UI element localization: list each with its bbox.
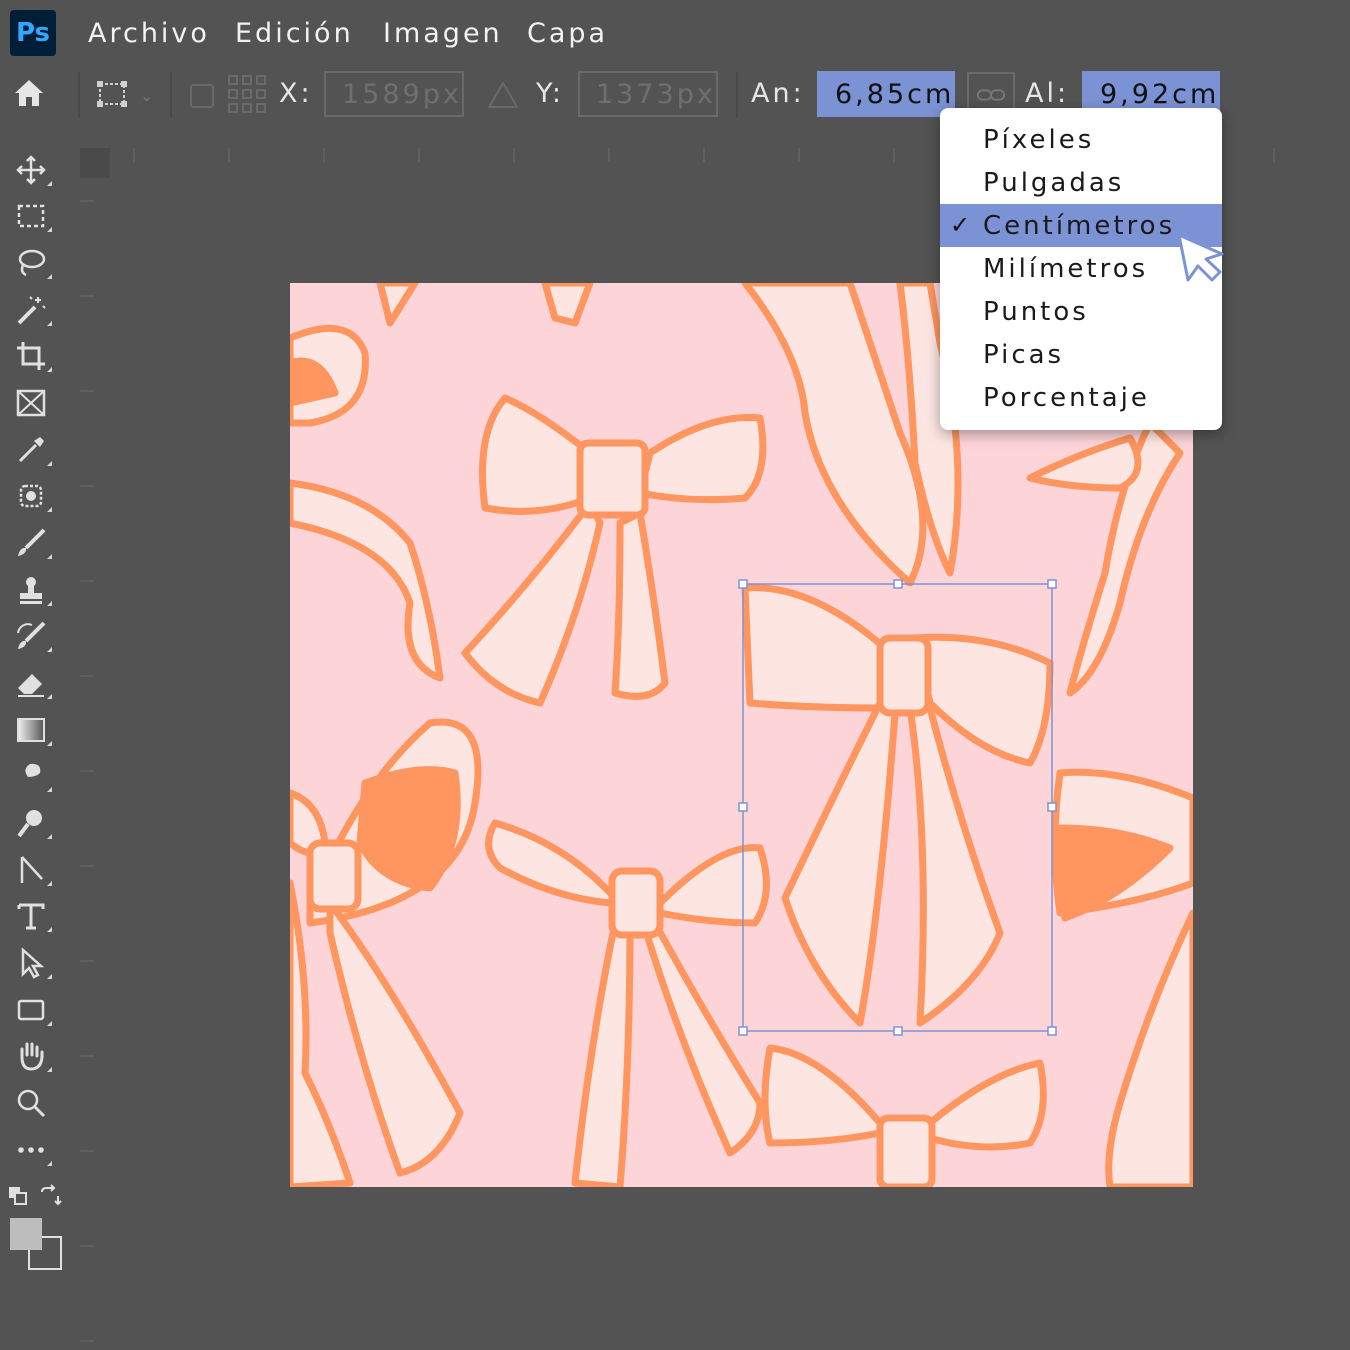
direct-select-icon [21, 947, 45, 979]
menu-capa[interactable]: Capa [527, 18, 608, 49]
width-label: An: [751, 78, 805, 109]
move-icon [16, 155, 46, 185]
foreground-color-swatch[interactable] [10, 1218, 42, 1250]
zoom-tool[interactable] [8, 1083, 54, 1123]
stamp-tool[interactable] [8, 570, 54, 610]
hand-tool[interactable] [8, 1036, 54, 1076]
more-tools[interactable] [8, 1130, 54, 1170]
photoshop-logo[interactable]: Ps [10, 10, 56, 56]
stamp-icon [20, 577, 42, 604]
eraser-icon [18, 674, 44, 697]
spot-heal-tool[interactable] [8, 476, 54, 516]
unit-option-puntos[interactable]: Puntos [940, 290, 1222, 333]
transform-icon[interactable] [92, 78, 132, 110]
more-icon [18, 1147, 44, 1153]
zoom-icon [17, 1089, 46, 1118]
eyedropper-icon [18, 437, 44, 463]
type-icon [17, 903, 45, 930]
menu-imagen[interactable]: Imagen [383, 18, 503, 49]
ruler-origin [80, 148, 110, 178]
direct-select-tool[interactable] [8, 943, 54, 983]
spot-heal-icon [19, 484, 43, 508]
hand-icon [20, 1042, 44, 1071]
dodge-icon [17, 810, 42, 838]
gradient-icon [17, 718, 45, 742]
path-select-tool[interactable] [8, 850, 54, 890]
smudge-tool[interactable] [8, 756, 54, 796]
mouse-pointer-icon [1176, 232, 1226, 284]
default-colors-icon[interactable] [8, 1186, 28, 1206]
history-brush-icon [17, 621, 46, 649]
eraser-tool[interactable] [8, 663, 54, 703]
x-label: X: [279, 78, 313, 109]
unit-option-picas[interactable]: Picas [940, 333, 1222, 376]
smudge-icon [22, 763, 41, 789]
dodge-tool[interactable] [8, 803, 54, 843]
menu-edicion[interactable]: Edición [235, 18, 354, 49]
rectangle-tool[interactable] [8, 990, 54, 1030]
unit-option-porcentaje[interactable]: Porcentaje [940, 376, 1222, 419]
crop-tool[interactable] [8, 336, 54, 376]
delta-icon[interactable] [487, 80, 519, 110]
history-brush-tool[interactable] [8, 616, 54, 656]
magic-wand-icon [17, 296, 46, 325]
marquee-icon [17, 204, 45, 228]
y-label: Y: [536, 78, 565, 109]
menu-archivo[interactable]: Archivo [88, 18, 210, 49]
lasso-icon [18, 249, 46, 277]
unit-option-label: Píxeles [983, 124, 1095, 155]
home-icon[interactable] [12, 76, 46, 110]
gradient-tool[interactable] [8, 710, 54, 750]
marquee-tool[interactable] [8, 196, 54, 236]
move-tool[interactable] [8, 150, 54, 190]
width-input[interactable]: 6,85cm [817, 71, 955, 117]
checkmark-icon: ✓ [950, 211, 974, 239]
frame-icon [16, 389, 46, 417]
y-input[interactable]: 1373px [578, 71, 718, 117]
unit-option-label: Puntos [983, 296, 1089, 327]
reference-point-checkbox[interactable] [190, 84, 214, 108]
height-label: Al: [1025, 78, 1070, 109]
unit-option-label: Porcentaje [983, 382, 1150, 413]
type-tool[interactable] [8, 896, 54, 936]
eyedropper-tool[interactable] [8, 430, 54, 470]
unit-option-label: Centímetros [983, 210, 1176, 241]
unit-option-pulgadas[interactable]: Pulgadas [940, 161, 1222, 204]
unit-option-label: Picas [983, 339, 1065, 370]
x-input[interactable]: 1589px [324, 71, 464, 117]
chevron-down-icon[interactable]: ⌄ [140, 86, 153, 105]
crop-icon [17, 342, 45, 370]
frame-tool[interactable] [8, 383, 54, 423]
path-select-icon [20, 856, 43, 883]
rectangle-icon [17, 999, 45, 1021]
lasso-tool[interactable] [8, 243, 54, 283]
unit-option-label: Milímetros [983, 253, 1149, 284]
unit-option-label: Pulgadas [983, 167, 1125, 198]
magic-wand-tool[interactable] [8, 290, 54, 330]
brush-tool[interactable] [8, 523, 54, 563]
unit-option-pixeles[interactable]: Píxeles [940, 118, 1222, 161]
swap-colors-icon[interactable] [38, 1184, 62, 1208]
reference-point-grid-icon[interactable] [227, 74, 267, 114]
color-swatches[interactable] [10, 1218, 62, 1270]
brush-icon [18, 528, 46, 556]
